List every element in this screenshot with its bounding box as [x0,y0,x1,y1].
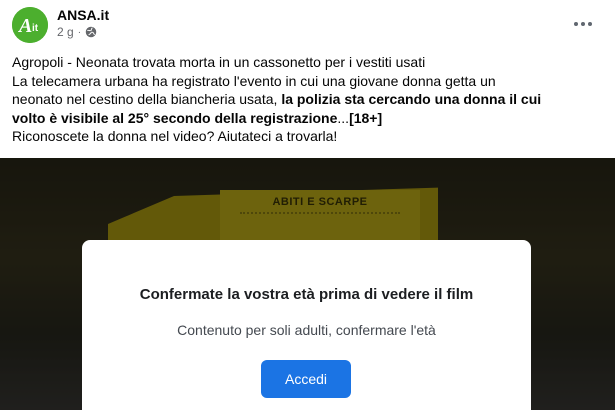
post-text-line: Riconoscete la donna nel video? Aiutatec… [12,128,338,144]
post-text-bold: volto è visibile al 25° secondo della re… [12,109,338,126]
avatar[interactable]: A it [12,7,48,43]
access-button[interactable]: Accedi [261,360,351,398]
see-more-link[interactable]: [18+] [349,110,382,126]
dot-icon [581,22,585,26]
dot-icon [588,22,592,26]
video-media[interactable]: ABITI E SCARPE Confermate la vostra età … [0,158,615,410]
age-gate-body: Contenuto per soli adulti, confermare l'… [177,322,436,338]
post-text-bold: la polizia sta cercando una donna il cui [281,91,542,107]
page-name[interactable]: ANSA.it [57,7,109,23]
ansa-logo-icon: A it [12,7,48,43]
post-header: A it ANSA.it 2 g · [0,0,615,50]
post-text-line: volto è visibile al 25° secondo della re… [12,109,607,128]
post-text-segment: neonato nel cestino della biancheria usa… [12,91,282,107]
post-meta: 2 g · [57,25,97,39]
post-text-line: Agropoli - Neonata trovata morta in un c… [12,54,426,70]
post-text-line: La telecamera urbana ha registrato l'eve… [12,72,496,89]
globe-icon [85,26,97,38]
post-text-line: neonato nel cestino della biancheria usa… [12,90,607,109]
svg-text:A: A [17,15,32,37]
svg-text:it: it [32,23,39,34]
post-timestamp[interactable]: 2 g [57,25,74,39]
post-text-ellipsis: ... [337,109,350,126]
separator-dot: · [77,26,82,38]
age-gate-dialog: Confermate la vostra età prima di vedere… [82,240,531,410]
dot-icon [574,22,578,26]
age-gate-title: Confermate la vostra età prima di vedere… [139,286,474,303]
more-options-icon[interactable] [569,10,597,38]
post-text: Agropoli - Neonata trovata morta in un c… [12,53,607,146]
